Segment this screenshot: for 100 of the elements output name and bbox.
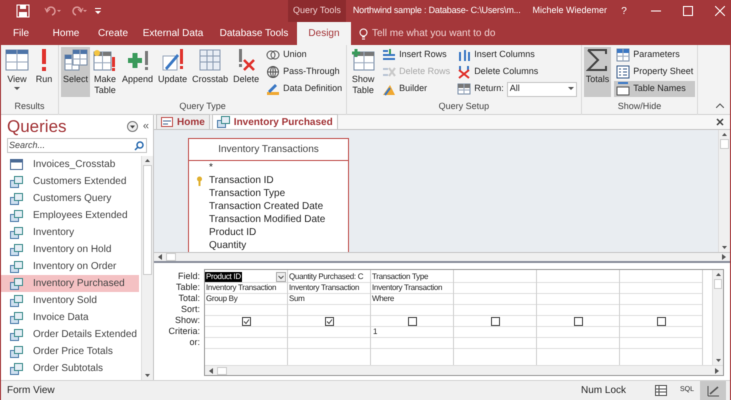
return-dropdown[interactable]: All xyxy=(506,82,577,96)
ribbon-button[interactable]: Append xyxy=(120,47,156,97)
scroll-thumb[interactable] xyxy=(714,279,722,289)
design-view-button[interactable] xyxy=(700,380,726,400)
scroll-thumb[interactable] xyxy=(143,165,152,275)
grid-cell[interactable]: Quantity Purchased: C xyxy=(288,272,364,282)
query-list-item[interactable]: Order Subtotals xyxy=(1,360,139,377)
field-name[interactable]: Transaction ID xyxy=(205,173,274,188)
status-text: Num Lock xyxy=(580,384,626,398)
collapse-pane-button[interactable]: « xyxy=(142,118,149,135)
scrollbar[interactable] xyxy=(154,253,730,263)
grid-cell[interactable]: Inventory Transaction xyxy=(288,283,360,293)
search-field[interactable]: Search... xyxy=(7,138,147,153)
grid-cell[interactable]: Transaction Type xyxy=(371,272,428,282)
query-list-item[interactable]: Invoices_Crosstab xyxy=(1,156,139,173)
table-exclamation-icon xyxy=(93,49,118,71)
query-list-item[interactable]: Inventory Purchased xyxy=(1,275,139,292)
grid-cell[interactable]: 1 xyxy=(371,327,378,337)
checkbox[interactable] xyxy=(242,316,250,326)
grid-cell[interactable]: Sum xyxy=(288,294,305,304)
query-list-item[interactable]: Order Details Extended xyxy=(1,326,139,343)
field-name[interactable]: Quantity xyxy=(205,238,246,252)
ribbon-tab[interactable]: Database Tools xyxy=(211,22,297,45)
close-icon[interactable] xyxy=(716,118,724,126)
query-icon xyxy=(10,278,23,290)
ribbon-button[interactable]: View xyxy=(3,47,31,97)
scroll-left-icon[interactable] xyxy=(207,366,215,374)
checkbox[interactable] xyxy=(324,316,334,326)
checkbox[interactable] xyxy=(490,316,500,326)
ribbon-button[interactable]: Select xyxy=(61,47,90,97)
ribbon-button[interactable]: Run xyxy=(32,47,56,97)
query-list-item[interactable]: Inventory Sold xyxy=(1,292,139,309)
ribbon-tab[interactable]: Home xyxy=(41,22,91,45)
ribbon-button[interactable]: Insert Columns xyxy=(455,47,579,63)
scroll-thumb[interactable] xyxy=(217,366,227,374)
query-icon xyxy=(10,210,23,222)
field-name[interactable]: Product ID xyxy=(205,225,256,240)
ribbon-button[interactable]: Update xyxy=(156,47,190,97)
checkbox[interactable] xyxy=(574,316,582,326)
field-name[interactable]: * xyxy=(205,160,213,175)
ribbon-button[interactable]: Insert Rows xyxy=(380,47,452,63)
ribbon-button[interactable]: Data Definition xyxy=(264,81,344,97)
query-icon xyxy=(10,244,23,256)
checkbox[interactable] xyxy=(656,316,666,326)
query-list-item[interactable]: Order Price Totals xyxy=(1,343,139,360)
ribbon-button[interactable]: Table Names xyxy=(614,81,696,97)
query-list-item[interactable]: Invoice Data xyxy=(1,309,139,326)
ribbon-button[interactable]: Builder xyxy=(380,81,452,97)
ribbon-button[interactable]: Property Sheet xyxy=(614,64,696,80)
ribbon-button[interactable]: Parameters xyxy=(614,47,696,63)
maximize-icon[interactable] xyxy=(683,6,694,16)
scroll-thumb[interactable] xyxy=(166,253,176,261)
query-list-item[interactable]: Customers Query xyxy=(1,190,139,207)
grid-cell[interactable]: Where xyxy=(371,294,394,304)
row-label: or: xyxy=(188,337,201,348)
dropdown-icon[interactable] xyxy=(126,121,138,132)
ribbon-tab[interactable]: External Data xyxy=(135,22,211,45)
ribbon-tab[interactable]: File xyxy=(1,22,41,45)
field-name[interactable]: Transaction Created Date xyxy=(205,199,324,214)
ribbon-button[interactable]: Delete xyxy=(231,47,262,97)
grid-cell[interactable]: Inventory Transaction xyxy=(371,283,442,293)
return-icon xyxy=(457,82,472,96)
search-icon[interactable] xyxy=(134,140,144,150)
undo-icon[interactable] xyxy=(44,5,62,17)
save-icon[interactable] xyxy=(16,4,30,18)
grid-cell[interactable]: Product ID xyxy=(205,272,242,282)
ribbon-button[interactable]: Pass-Through xyxy=(264,64,344,80)
ribbon-button[interactable]: Crosstab xyxy=(190,47,230,97)
property-sheet-icon xyxy=(616,65,630,79)
ribbon-button[interactable]: Union xyxy=(264,47,344,63)
field-name[interactable]: Transaction Modified Date xyxy=(205,212,326,227)
ribbon-tab[interactable]: Create xyxy=(91,22,135,45)
ribbon-button[interactable]: Show Table xyxy=(349,47,378,97)
ribbon-button[interactable]: Make Table xyxy=(91,47,120,97)
ribbon-button[interactable]: Delete Columns xyxy=(455,64,579,80)
customize-toolbar-icon[interactable] xyxy=(94,7,102,15)
field-name[interactable]: Transaction Type xyxy=(205,186,286,201)
ribbon-button[interactable]: Totals xyxy=(584,47,612,97)
query-icon xyxy=(10,176,23,188)
query-list-item[interactable]: Inventory xyxy=(1,224,139,241)
row-label: Table: xyxy=(174,282,201,293)
query-list-item[interactable]: Inventory on Hold xyxy=(1,241,139,258)
query-list-item[interactable]: Inventory on Order xyxy=(1,258,139,275)
tell-me-search-field[interactable]: Tell me what you want to do xyxy=(372,26,496,41)
collapse-ribbon-icon[interactable] xyxy=(716,103,724,108)
globe-icon xyxy=(266,65,280,79)
query-list-item[interactable]: Customers Extended xyxy=(1,173,139,190)
checkbox[interactable] xyxy=(408,316,416,326)
grid-cell[interactable]: Group By xyxy=(205,294,238,304)
query-list-item[interactable]: Employees Extended xyxy=(1,207,139,224)
redo-icon[interactable] xyxy=(70,5,88,17)
scroll-thumb[interactable] xyxy=(720,139,729,149)
document-tab[interactable]: Home xyxy=(156,114,210,129)
pencil-exclamation-icon xyxy=(162,49,184,71)
grid-cell[interactable]: Inventory Transaction xyxy=(205,283,276,293)
table-names-icon xyxy=(616,82,630,96)
row-label: Sort: xyxy=(180,304,201,315)
ribbon-tab[interactable]: Design xyxy=(297,22,351,45)
help-button[interactable]: ? xyxy=(617,4,632,18)
document-tab[interactable]: Inventory Purchased xyxy=(212,114,338,129)
